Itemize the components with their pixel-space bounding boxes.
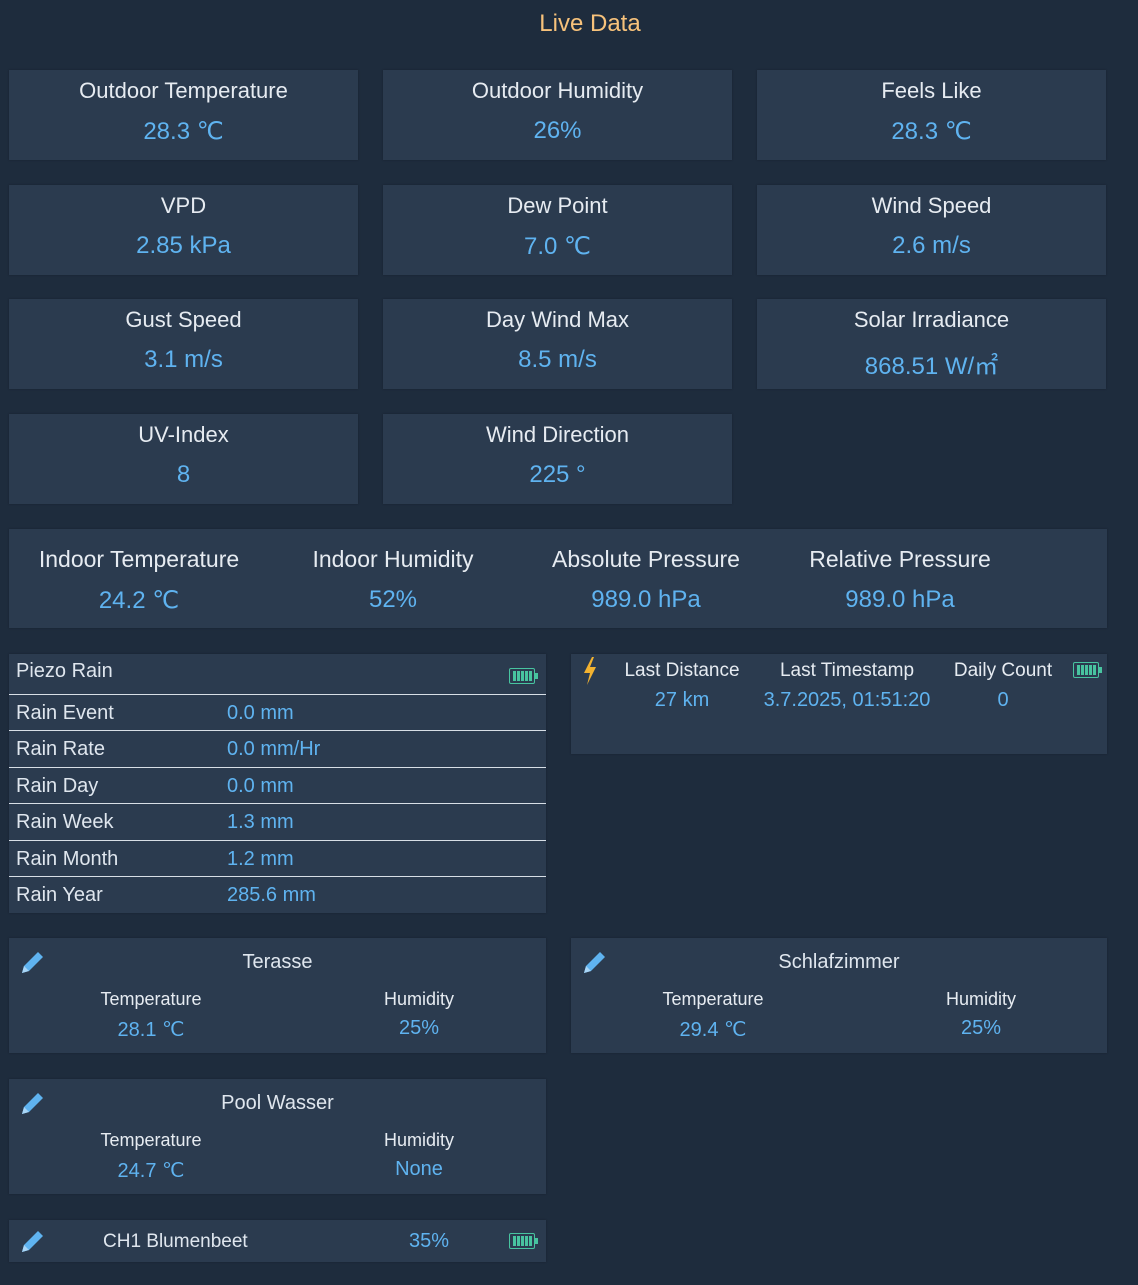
- rain-value: 0.0 mm: [227, 702, 294, 724]
- rain-label: Rain Month: [16, 848, 119, 870]
- tile-wind-direction: Wind Direction 225 °: [383, 414, 732, 504]
- rain-row-day: Rain Day 0.0 mm: [9, 767, 546, 804]
- last-timestamp-label: Last Timestamp: [779, 660, 915, 681]
- rain-row-rate: Rain Rate 0.0 mm/Hr: [9, 730, 546, 767]
- soil-value: 35%: [409, 1230, 450, 1252]
- tile-value: 868.51 W/㎡: [864, 353, 999, 380]
- rain-label: Rain Day: [16, 775, 99, 797]
- rain-title: Piezo Rain: [16, 660, 113, 682]
- tile-vpd: VPD 2.85 kPa: [9, 185, 358, 275]
- tile-label: VPD: [160, 193, 207, 218]
- last-distance-label: Last Distance: [624, 660, 740, 681]
- tile-label: Dew Point: [507, 193, 608, 218]
- sensor-hum-value: 25%: [960, 1017, 1002, 1039]
- indoor-label: Relative Pressure: [809, 546, 991, 572]
- last-timestamp-value: 3.7.2025, 01:51:20: [763, 689, 931, 711]
- tile-outdoor-humidity: Outdoor Humidity 26%: [383, 70, 732, 160]
- tile-label: Solar Irradiance: [853, 307, 1010, 332]
- tile-value: 8: [176, 461, 191, 488]
- indoor-panel: Indoor Temperature 24.2 ℃ Indoor Humidit…: [9, 529, 1107, 628]
- tile-day-wind-max: Day Wind Max 8.5 m/s: [383, 299, 732, 389]
- tile-label: Outdoor Temperature: [79, 78, 288, 103]
- tile-value: 26%: [533, 117, 582, 144]
- tile-label: Outdoor Humidity: [471, 78, 644, 103]
- rain-label: Rain Week: [16, 811, 114, 833]
- battery-full-icon: [509, 1233, 538, 1249]
- tile-value: 28.3 ℃: [143, 118, 224, 145]
- tile-value: 7.0 ℃: [524, 233, 591, 260]
- lightning-icon: [584, 657, 596, 685]
- sensor-hum-value: 25%: [398, 1017, 440, 1039]
- last-distance-value: 27 km: [654, 689, 710, 711]
- sensor-name: Schlafzimmer: [778, 951, 900, 973]
- tile-value: 3.1 m/s: [144, 346, 223, 373]
- sensor-name: Terasse: [242, 951, 313, 973]
- sensor-hum-label: Humidity: [383, 1130, 454, 1150]
- tile-value: 8.5 m/s: [518, 346, 597, 373]
- indoor-value: 989.0 hPa: [591, 586, 701, 613]
- tile-label: Gust Speed: [125, 307, 242, 332]
- sensor-hum-label: Humidity: [945, 989, 1016, 1009]
- soil-name: CH1 Blumenbeet: [103, 1231, 248, 1252]
- tile-gust-speed: Gust Speed 3.1 m/s: [9, 299, 358, 389]
- tile-solar-irradiance: Solar Irradiance 868.51 W/㎡: [757, 299, 1106, 389]
- sensor-temp-value: 29.4 ℃: [679, 1019, 747, 1041]
- tile-outdoor-temperature: Outdoor Temperature 28.3 ℃: [9, 70, 358, 160]
- sensor-temp-label: Temperature: [100, 989, 202, 1009]
- lightning-panel: Last Distance 27 km Last Timestamp 3.7.2…: [571, 654, 1107, 754]
- indoor-label: Indoor Temperature: [38, 546, 240, 572]
- sensor-temp-value: 28.1 ℃: [117, 1019, 185, 1041]
- battery-full-icon: [509, 668, 538, 684]
- soil-moisture-card: CH1 Blumenbeet 35%: [9, 1220, 546, 1262]
- sensor-temp-label: Temperature: [662, 989, 764, 1009]
- indoor-value: 52%: [368, 586, 418, 613]
- rain-label: Rain Rate: [16, 738, 105, 760]
- rain-value: 0.0 mm: [227, 775, 294, 797]
- rain-value: 285.6 mm: [227, 884, 316, 906]
- tile-label: UV-Index: [138, 422, 229, 447]
- tile-value: 2.6 m/s: [892, 232, 971, 259]
- tile-value: 225 °: [529, 461, 586, 488]
- tile-wind-speed: Wind Speed 2.6 m/s: [757, 185, 1106, 275]
- sensor-hum-value: None: [395, 1158, 443, 1180]
- sensor-card-terasse: Terasse Temperature 28.1 ℃ Humidity 25%: [9, 938, 546, 1053]
- tile-label: Feels Like: [881, 78, 982, 103]
- indoor-label: Absolute Pressure: [552, 546, 740, 572]
- battery-full-icon: [1073, 662, 1102, 678]
- tile-label: Wind Direction: [485, 422, 630, 447]
- rain-row-event: Rain Event 0.0 mm: [9, 694, 546, 731]
- daily-count-label: Daily Count: [953, 660, 1053, 681]
- tile-label: Wind Speed: [871, 193, 992, 218]
- page-title: Live Data: [539, 10, 641, 37]
- tile-dew-point: Dew Point 7.0 ℃: [383, 185, 732, 275]
- daily-count-value: 0: [997, 689, 1009, 711]
- indoor-value: 24.2 ℃: [98, 587, 180, 614]
- rain-row-week: Rain Week 1.3 mm: [9, 803, 546, 840]
- sensor-hum-label: Humidity: [383, 989, 454, 1009]
- tile-feels-like: Feels Like 28.3 ℃: [757, 70, 1106, 160]
- tile-value: 28.3 ℃: [891, 118, 972, 145]
- sensor-card-schlafzimmer: Schlafzimmer Temperature 29.4 ℃ Humidity…: [571, 938, 1107, 1053]
- sensor-card-pool-wasser: Pool Wasser Temperature 24.7 ℃ Humidity …: [9, 1079, 546, 1194]
- tile-value: 2.85 kPa: [136, 232, 231, 259]
- indoor-value: 989.0 hPa: [845, 586, 955, 613]
- sensor-temp-label: Temperature: [100, 1130, 202, 1150]
- rain-row-year: Rain Year 285.6 mm: [9, 876, 546, 913]
- piezo-rain-panel: Piezo Rain Rain Event 0.0 mm Rain Rate 0…: [9, 654, 546, 913]
- pencil-icon[interactable]: [19, 1227, 47, 1255]
- rain-label: Rain Event: [16, 702, 114, 724]
- tile-label: Day Wind Max: [485, 307, 630, 332]
- rain-label: Rain Year: [16, 884, 103, 906]
- sensor-temp-value: 24.7 ℃: [117, 1160, 185, 1182]
- rain-value: 0.0 mm/Hr: [227, 738, 321, 760]
- indoor-label: Indoor Humidity: [312, 546, 474, 572]
- tile-uv-index: UV-Index 8: [9, 414, 358, 504]
- rain-value: 1.2 mm: [227, 848, 294, 870]
- rain-value: 1.3 mm: [227, 811, 294, 833]
- sensor-name: Pool Wasser: [221, 1092, 334, 1114]
- rain-row-month: Rain Month 1.2 mm: [9, 840, 546, 877]
